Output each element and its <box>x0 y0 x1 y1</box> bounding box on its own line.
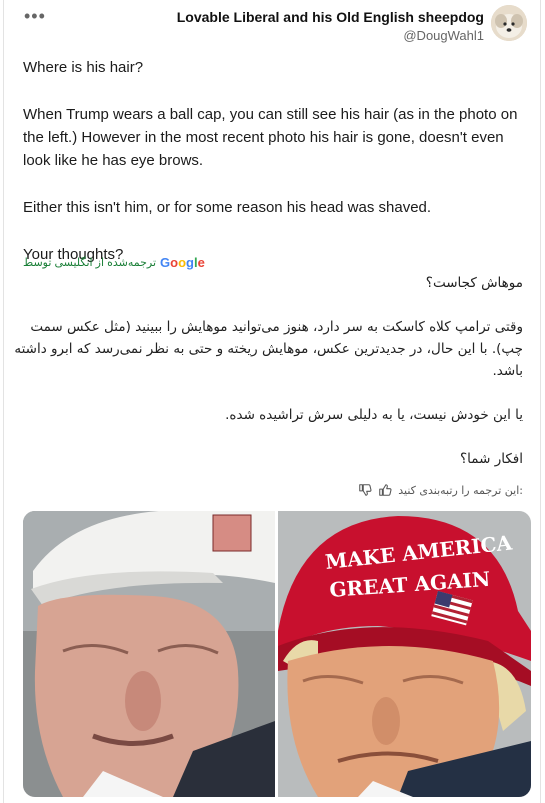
author-name[interactable]: Lovable Liberal and his Old English shee… <box>177 9 484 26</box>
man-red-cap-photo: MAKE AMERICA GREAT AGAIN <box>278 511 531 797</box>
translated-by-text: ترجمه‌شده از انگلیسی توسط <box>23 256 157 269</box>
translated-paragraph: یا این خودش نیست، یا به دلیلی سرش تراشید… <box>225 407 523 423</box>
translated-paragraph: موهاش کجاست؟ <box>425 275 523 291</box>
photo-right[interactable]: MAKE AMERICA GREAT AGAIN <box>278 511 531 797</box>
translated-text: موهاش کجاست؟ وقتی ترامپ کلاه کاسکت به سر… <box>13 272 523 492</box>
rate-translation: :این ترجمه را رتبه‌بندی کنید <box>358 481 523 499</box>
translated-paragraph: وقتی ترامپ کلاه کاسکت به سر دارد، هنوز م… <box>14 319 523 379</box>
post-paragraph: When Trump wears a ball cap, you can sti… <box>23 106 518 169</box>
post-card: ••• Lovable Liberal and his Old English … <box>3 0 541 803</box>
post-paragraph: Where is his hair? <box>23 59 144 76</box>
photo-left[interactable] <box>23 511 275 797</box>
more-options-icon[interactable]: ••• <box>24 6 48 26</box>
avatar[interactable] <box>491 5 527 41</box>
google-logo: Google <box>160 254 205 270</box>
thumbs-down-icon[interactable] <box>358 483 372 497</box>
thumbs-up-icon[interactable] <box>378 483 392 497</box>
translated-paragraph: افکار شما؟ <box>460 451 523 467</box>
post-media[interactable]: MAKE AMERICA GREAT AGAIN <box>23 511 531 797</box>
author-block[interactable]: Lovable Liberal and his Old English shee… <box>177 9 484 44</box>
translated-by-link[interactable]: ترجمه‌شده از انگلیسی توسط Google <box>23 254 205 270</box>
man-white-cap-photo <box>23 511 275 797</box>
author-handle[interactable]: @DougWahl1 <box>177 27 484 44</box>
post-paragraph: Either this isn't him, or for some reaso… <box>23 199 432 216</box>
sheepdog-avatar-image <box>491 5 527 41</box>
rate-translation-label: :این ترجمه را رتبه‌بندی کنید <box>398 483 523 497</box>
